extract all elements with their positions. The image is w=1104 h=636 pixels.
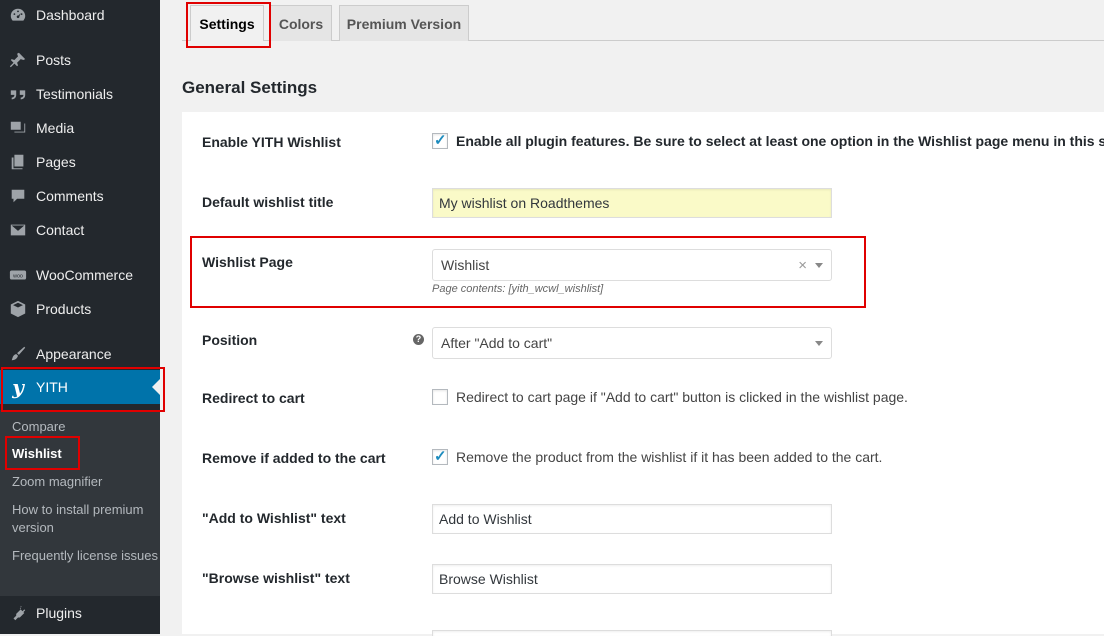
media-icon [8, 118, 28, 138]
submenu-item-zoom-magnifier[interactable]: Zoom magnifier [12, 473, 158, 491]
dashboard-icon [8, 5, 28, 25]
position-select[interactable]: After "Add to cart" [432, 327, 832, 359]
menu-item-yith[interactable]: y YITH [0, 370, 160, 404]
menu-label: WooCommerce [36, 267, 133, 283]
submenu-item-install-premium[interactable]: How to install premium version [12, 501, 158, 537]
menu-item-comments[interactable]: Comments [0, 179, 160, 213]
submenu-item-license-issues[interactable]: Frequently license issues [12, 547, 158, 565]
menu-item-media[interactable]: Media [0, 111, 160, 145]
tab-settings[interactable]: Settings [190, 5, 264, 41]
menu-item-plugins[interactable]: Plugins [0, 596, 160, 630]
pin-icon [8, 50, 28, 70]
next-setting-input[interactable] [432, 630, 832, 636]
help-icon[interactable]: ? [413, 334, 424, 345]
menu-label: Plugins [36, 605, 82, 621]
menu-item-contact[interactable]: Contact [0, 213, 160, 247]
checkmark-icon: ✓ [434, 448, 447, 465]
woocommerce-icon: woo [8, 265, 28, 285]
tab-premium-version[interactable]: Premium Version [339, 5, 469, 41]
section-title: General Settings [182, 78, 318, 97]
remove-if-added-description: Remove the product from the wishlist if … [456, 449, 883, 465]
menu-label: Comments [36, 188, 104, 204]
redirect-to-cart-checkbox[interactable] [432, 389, 448, 405]
wishlist-page-value: Wishlist [441, 257, 490, 273]
menu-item-pages[interactable]: Pages [0, 145, 160, 179]
remove-if-added-checkbox[interactable]: ✓ [432, 448, 448, 465]
enable-wishlist-label: Enable YITH Wishlist [202, 134, 341, 150]
wishlist-page-description: Page contents: [yith_wcwl_wishlist] [432, 283, 604, 295]
yith-submenu: Compare Wishlist Zoom magnifier How to i… [0, 410, 160, 596]
enable-wishlist-description: Enable all plugin features. Be sure to s… [456, 133, 1104, 149]
menu-label: YITH [36, 379, 68, 395]
redirect-to-cart-description: Redirect to cart page if "Add to cart" b… [456, 389, 908, 405]
remove-if-added-label: Remove if added to the cart [202, 450, 386, 466]
menu-label: Appearance [36, 346, 112, 362]
menu-label: Contact [36, 222, 85, 238]
menu-item-products[interactable]: Products [0, 292, 160, 326]
clear-selection-icon[interactable]: × [798, 257, 807, 274]
chevron-down-icon [815, 341, 823, 346]
pages-icon [8, 152, 28, 172]
menu-item-testimonials[interactable]: Testimonials [0, 77, 160, 111]
menu-item-dashboard[interactable]: Dashboard [0, 0, 160, 32]
menu-label: Products [36, 301, 92, 317]
svg-text:woo: woo [12, 273, 23, 279]
quote-icon [8, 84, 28, 104]
menu-label: Posts [36, 52, 72, 68]
menu-label: Testimonials [36, 86, 114, 102]
submenu-item-wishlist[interactable]: Wishlist [12, 445, 158, 463]
default-title-input[interactable]: My wishlist on Roadthemes [432, 188, 832, 218]
checkmark-icon: ✓ [434, 132, 447, 149]
add-to-wishlist-text-label: "Add to Wishlist" text [202, 510, 346, 526]
enable-wishlist-checkbox[interactable]: ✓ [432, 132, 448, 149]
admin-sidebar: Dashboard Posts Testimonials Media Pages… [0, 0, 160, 634]
menu-label: Media [36, 120, 75, 136]
submenu-item-compare[interactable]: Compare [12, 418, 158, 436]
default-title-label: Default wishlist title [202, 194, 334, 210]
plug-icon [8, 603, 28, 623]
menu-item-woocommerce[interactable]: woo WooCommerce [0, 258, 160, 292]
position-value: After "Add to cart" [441, 335, 553, 351]
menu-item-posts[interactable]: Posts [0, 43, 160, 77]
current-menu-arrow [152, 379, 160, 395]
comment-icon [8, 186, 28, 206]
browse-wishlist-text-input[interactable]: Browse Wishlist [432, 564, 832, 594]
menu-label: Pages [36, 154, 76, 170]
box-icon [8, 299, 28, 319]
mail-icon [8, 220, 28, 240]
menu-item-appearance[interactable]: Appearance [0, 337, 160, 371]
enable-wishlist-text: Enable all plugin features. Be sure to s… [456, 133, 1104, 149]
wishlist-page-label: Wishlist Page [202, 254, 293, 270]
redirect-to-cart-label: Redirect to cart [202, 390, 305, 406]
browse-wishlist-text-label: "Browse wishlist" text [202, 570, 350, 586]
add-to-wishlist-text-input[interactable]: Add to Wishlist [432, 504, 832, 534]
chevron-down-icon [815, 263, 823, 268]
wishlist-page-select[interactable]: Wishlist × [432, 249, 832, 281]
yith-logo-icon: y [12, 375, 24, 399]
tab-colors[interactable]: Colors [270, 5, 332, 41]
brush-icon [8, 344, 28, 364]
position-label: Position [202, 332, 258, 348]
menu-label: Dashboard [36, 7, 105, 23]
